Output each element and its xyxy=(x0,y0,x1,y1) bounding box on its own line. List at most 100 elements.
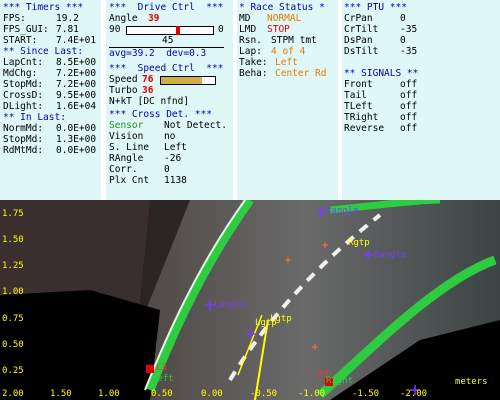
corr-value: 0 xyxy=(164,164,170,175)
overlay-label-faint: Langle xyxy=(214,300,247,310)
md-value: NORMAL xyxy=(267,13,302,24)
crpan-label: CrPan xyxy=(344,13,373,24)
steering-angle-bar xyxy=(126,26,214,35)
overlay-label-faint: Rangle xyxy=(374,250,407,260)
beha-label: Beha: xyxy=(239,68,268,79)
rsn-label: Rsn. xyxy=(239,35,262,46)
rdmtmd-value: 0.0E+00 xyxy=(56,145,97,156)
lapcnt-value: 8.5E+00 xyxy=(56,57,97,68)
plx-cnt-label: Plx Cnt xyxy=(109,175,150,186)
ptu-panel: *** PTU *** CrPan 0 CrTilt -35 DsPan 0 D… xyxy=(342,0,500,200)
race-status-panel: * Race Status * MD NORMAL LMD STOP Rsn. … xyxy=(237,0,338,200)
speed-label: Speed xyxy=(109,74,138,85)
speed-bar-fill xyxy=(161,77,203,84)
y-tick-label: 0.25 xyxy=(2,366,24,376)
signal-tright-label: TRight xyxy=(344,112,379,123)
signal-tail-value: off xyxy=(400,90,418,101)
corr-label: Corr. xyxy=(109,164,138,175)
y-tick-label: 0.75 xyxy=(2,314,24,324)
sline-label: S. Line xyxy=(109,142,150,153)
angle-avg-dev: avg=39.2 dev=0.3 xyxy=(109,48,207,59)
lmd-label: LMD xyxy=(239,24,257,35)
x-tick-label: -1.00 xyxy=(298,389,326,399)
race-status-header: * Race Status * xyxy=(239,2,325,13)
lap-value: 4 of 4 xyxy=(271,46,306,57)
x-tick-label: -2.00 xyxy=(400,389,428,399)
overlay-label: Lgtp xyxy=(255,318,277,328)
rdmtmd-label: RdMtMd: xyxy=(3,145,44,156)
start-value: 7.4E+01 xyxy=(56,35,97,46)
angle-range-min: 90 xyxy=(109,24,121,35)
md-label: MD xyxy=(239,13,251,24)
since-last-header: ** Since Last: xyxy=(3,46,84,57)
x-tick-label: -0.50 xyxy=(250,389,278,399)
inlast-stopmd-value: 1.3E+00 xyxy=(56,134,97,145)
x-tick-label: -1.50 xyxy=(352,389,380,399)
overlay-label-faint: Rangle xyxy=(326,206,359,216)
x-tick-label: 1.00 xyxy=(98,389,120,399)
dlight-label: DLight: xyxy=(3,101,44,112)
crossd-label: CrossD: xyxy=(3,90,44,101)
x-tick-label: 0.00 xyxy=(201,389,223,399)
plx-cnt-value: 1138 xyxy=(164,175,187,186)
take-label: Take: xyxy=(239,57,268,68)
in-last-header: ** In Last: xyxy=(3,112,66,123)
timers-header: *** Timers *** xyxy=(3,2,84,13)
crtilt-label: CrTilt xyxy=(344,24,379,35)
angle-label: Angle xyxy=(109,13,138,24)
overlay-label: R3 xyxy=(318,370,329,380)
overlay-label: L3 xyxy=(156,363,167,373)
dstilt-value: -35 xyxy=(400,46,418,57)
speed-bar xyxy=(160,76,216,85)
rangle-label: RAngle xyxy=(109,153,144,164)
lapcnt-label: LapCnt: xyxy=(3,57,44,68)
cross-det-header: *** Cross Det. *** xyxy=(109,109,212,120)
turbo-label: Turbo xyxy=(109,85,138,96)
sensor-value: Not Detect. xyxy=(164,120,227,131)
ptu-header: *** PTU *** xyxy=(344,2,407,13)
y-tick-label: 0.50 xyxy=(2,340,24,350)
signal-tright-value: off xyxy=(400,112,418,123)
stopmd-label: StopMd: xyxy=(3,79,44,90)
sline-value: Left xyxy=(164,142,187,153)
crossd-value: 9.5E+00 xyxy=(56,90,97,101)
angle-range-max: 0 xyxy=(218,24,224,35)
signal-tleft-label: TLeft xyxy=(344,101,373,112)
crtilt-value: -35 xyxy=(400,24,418,35)
vision-label: Vision xyxy=(109,131,144,142)
signals-header: ** SIGNALS ** xyxy=(344,68,419,79)
inlast-stopmd-label: StopMd: xyxy=(3,134,44,145)
timers-panel: *** Timers *** FPS: 19.2 FPS_GUI: 7.81 S… xyxy=(0,0,101,200)
x-tick-label: 0.50 xyxy=(151,389,173,399)
take-value: Left xyxy=(275,57,298,68)
signal-tail-label: Tail xyxy=(344,90,367,101)
stopmd-value: 7.2E+00 xyxy=(56,79,97,90)
normmd-value: 0.0E+00 xyxy=(56,123,97,134)
fps-value: 19.2 xyxy=(56,13,79,24)
dstilt-label: DsTilt xyxy=(344,46,379,57)
speed-ctrl-header: *** Speed Ctrl *** xyxy=(109,63,224,74)
signal-reverse-label: Reverse xyxy=(344,123,385,134)
sensor-label: Sensor xyxy=(109,120,144,131)
beha-value: Center Rd xyxy=(275,68,327,79)
signal-reverse-value: off xyxy=(400,123,418,134)
turbo-value: 36 xyxy=(142,85,154,96)
signal-front-label: Front xyxy=(344,79,373,90)
y-tick-label: 1.00 xyxy=(2,287,24,297)
speed-value: 76 xyxy=(142,74,154,85)
y-tick-label: 1.50 xyxy=(2,235,24,245)
fps-label: FPS: xyxy=(3,13,26,24)
lap-label: Lap: xyxy=(239,46,262,57)
fps-gui-value: 7.81 xyxy=(56,24,79,35)
start-label: START: xyxy=(3,35,38,46)
mdchg-value: 7.2E+00 xyxy=(56,68,97,79)
fps-gui-label: FPS_GUI: xyxy=(3,24,49,35)
dspan-value: 0 xyxy=(400,35,406,46)
overlay-label-left: Left xyxy=(152,374,174,384)
dspan-label: DsPan xyxy=(344,35,373,46)
camera-image xyxy=(0,200,500,400)
x-tick-label: 1.50 xyxy=(50,389,72,399)
left-end-marker xyxy=(146,365,154,373)
angle-value: 39 xyxy=(148,13,160,24)
x-axis-units: meters xyxy=(455,377,488,387)
